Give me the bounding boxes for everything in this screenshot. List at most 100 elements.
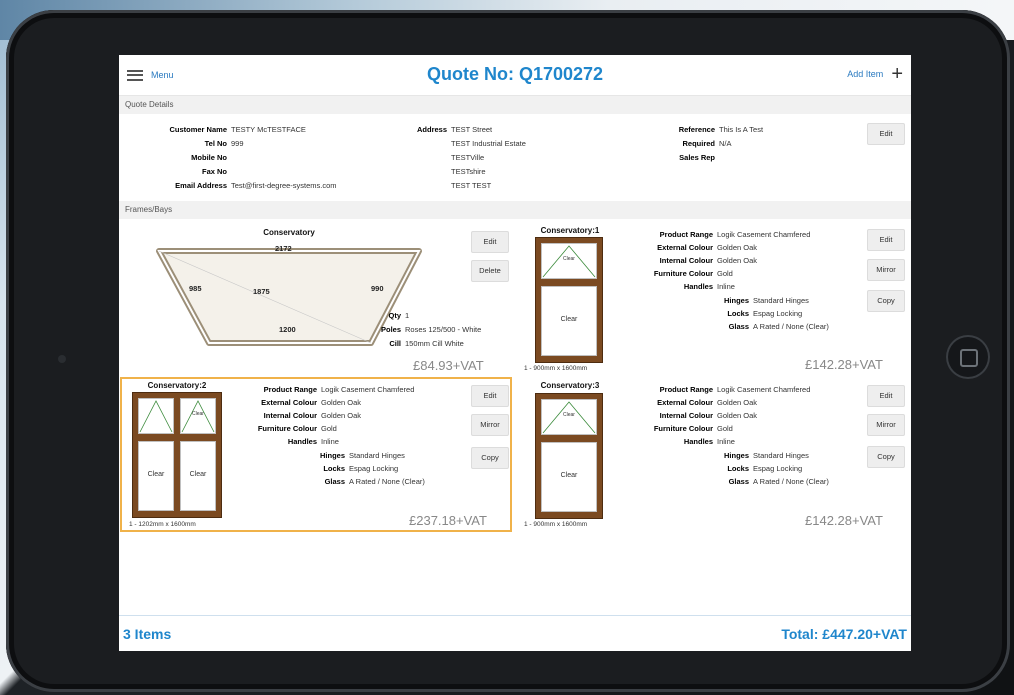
add-item-label: Add Item: [847, 69, 884, 79]
bay-delete-button[interactable]: Delete: [471, 260, 509, 282]
int-colour-label: Internal Colour: [263, 411, 317, 420]
frame-mirror-button[interactable]: Mirror: [471, 414, 509, 436]
int-colour-label: Internal Colour: [659, 256, 713, 265]
frame-copy-button[interactable]: Copy: [471, 447, 509, 469]
address-line: TEST Industrial Estate: [451, 139, 526, 148]
bay-dim-top: 2172: [275, 244, 292, 253]
quote-total: Total: £447.20+VAT: [781, 626, 907, 642]
int-colour-value: Golden Oak: [717, 411, 758, 420]
email-label: Email Address: [175, 181, 227, 190]
handles-value: Inline: [321, 437, 339, 446]
address-label: Address: [416, 125, 447, 134]
hinges-label: Hinges: [723, 451, 749, 460]
glass-label: Glass: [728, 477, 749, 486]
furniture-value: Gold: [717, 269, 733, 278]
bay-edit-button[interactable]: Edit: [471, 231, 509, 253]
glass-label: Glass: [728, 322, 749, 331]
frame-edit-button[interactable]: Edit: [471, 385, 509, 407]
poles-label: Poles: [380, 325, 401, 334]
reference-label: Reference: [678, 125, 715, 134]
int-colour-value: Golden Oak: [321, 411, 362, 420]
pane-label: Clear: [189, 471, 207, 478]
product-range-value: Logik Casement Chamfered: [321, 385, 415, 394]
pane-label: Clear: [560, 316, 578, 323]
handles-value: Inline: [717, 437, 735, 446]
top-pane: Clear: [541, 243, 597, 279]
frame-size: 1 - 900mm x 1600mm: [524, 365, 588, 372]
top-pane-right: Clear: [180, 398, 216, 434]
camera-dot: [58, 355, 66, 363]
furniture-label: Furniture Colour: [653, 269, 713, 278]
bottom-pane-left: Clear: [138, 441, 174, 511]
poles-value: Roses 125/500 - White: [405, 325, 482, 334]
frames-bays-header: Frames/Bays: [119, 201, 911, 219]
hinges-value: Standard Hinges: [753, 451, 809, 460]
mobile-label: Mobile No: [191, 153, 227, 162]
handles-label: Handles: [287, 437, 317, 446]
furniture-value: Gold: [717, 424, 733, 433]
frame-mirror-button[interactable]: Mirror: [867, 414, 905, 436]
ext-colour-value: Golden Oak: [321, 398, 362, 407]
app-screen: Menu Quote No: Q1700272 Add Item + Quote…: [119, 55, 911, 651]
pane-label: Clear: [147, 471, 165, 478]
frame-size: 1 - 900mm x 1600mm: [524, 521, 588, 528]
cill-value: 150mm Cill White: [405, 339, 464, 348]
ext-colour-value: Golden Oak: [717, 243, 758, 252]
bay-dim-middle: 1875: [253, 287, 270, 296]
int-colour-label: Internal Colour: [659, 411, 713, 420]
email-value: Test@first-degree-systems.com: [231, 181, 337, 190]
window-frame-drawing: Clear Clear: [535, 237, 603, 363]
furniture-value: Gold: [321, 424, 337, 433]
sales-rep-label: Sales Rep: [679, 153, 715, 162]
frame-copy-button[interactable]: Copy: [867, 290, 905, 312]
bottom-pane-right: Clear: [180, 441, 216, 511]
pane-label: Clear: [560, 472, 578, 479]
frame-mirror-button[interactable]: Mirror: [867, 259, 905, 281]
reference-value: This Is A Test: [719, 125, 764, 134]
hinges-label: Hinges: [319, 451, 345, 460]
handles-label: Handles: [683, 437, 713, 446]
bay-diagram: [156, 248, 422, 346]
locks-label: Locks: [727, 464, 749, 473]
frame-price: £142.28+VAT: [805, 513, 883, 528]
items-count: 3 Items: [123, 626, 172, 642]
locks-label: Locks: [727, 309, 749, 318]
pane-label: Clear: [192, 411, 204, 417]
cill-label: Cill: [389, 339, 401, 348]
frame-title: Conservatory:2: [147, 381, 207, 390]
hinges-label: Hinges: [723, 296, 749, 305]
frame-copy-button[interactable]: Copy: [867, 446, 905, 468]
product-range-label: Product Range: [659, 385, 713, 394]
page-title: Quote No: Q1700272: [426, 64, 604, 84]
ext-colour-label: External Colour: [657, 398, 713, 407]
ext-colour-value: Golden Oak: [717, 398, 758, 407]
bay-price: £84.93+VAT: [413, 358, 484, 373]
edit-quote-button[interactable]: Edit: [867, 123, 905, 145]
handles-label: Handles: [683, 282, 713, 291]
frame-size: 1 - 1202mm x 1600mm: [129, 521, 196, 528]
customer-name-label: Customer Name: [169, 125, 227, 134]
frame-edit-button[interactable]: Edit: [867, 385, 905, 407]
fax-label: Fax No: [201, 167, 227, 176]
add-item-button[interactable]: Add Item +: [847, 63, 903, 85]
plus-icon: +: [891, 63, 903, 85]
tel-label: Tel No: [204, 139, 227, 148]
bottom-pane: Clear: [541, 442, 597, 512]
quote-details-header: Quote Details: [119, 96, 911, 114]
furniture-label: Furniture Colour: [653, 424, 713, 433]
home-button[interactable]: [946, 335, 990, 379]
bottom-pane: Clear: [541, 286, 597, 356]
product-range-value: Logik Casement Chamfered: [717, 230, 811, 239]
frame-title: Conservatory:3: [540, 381, 600, 390]
tel-value: 999: [231, 139, 244, 148]
product-range-label: Product Range: [659, 230, 713, 239]
top-pane: Clear: [541, 399, 597, 435]
int-colour-value: Golden Oak: [717, 256, 758, 265]
handles-value: Inline: [717, 282, 735, 291]
frame-edit-button[interactable]: Edit: [867, 229, 905, 251]
glass-label: Glass: [324, 477, 345, 486]
pane-label: Clear: [563, 412, 575, 418]
hinges-value: Standard Hinges: [349, 451, 405, 460]
frame-title: Conservatory:1: [540, 226, 600, 235]
address-line: TESTshire: [451, 167, 486, 176]
